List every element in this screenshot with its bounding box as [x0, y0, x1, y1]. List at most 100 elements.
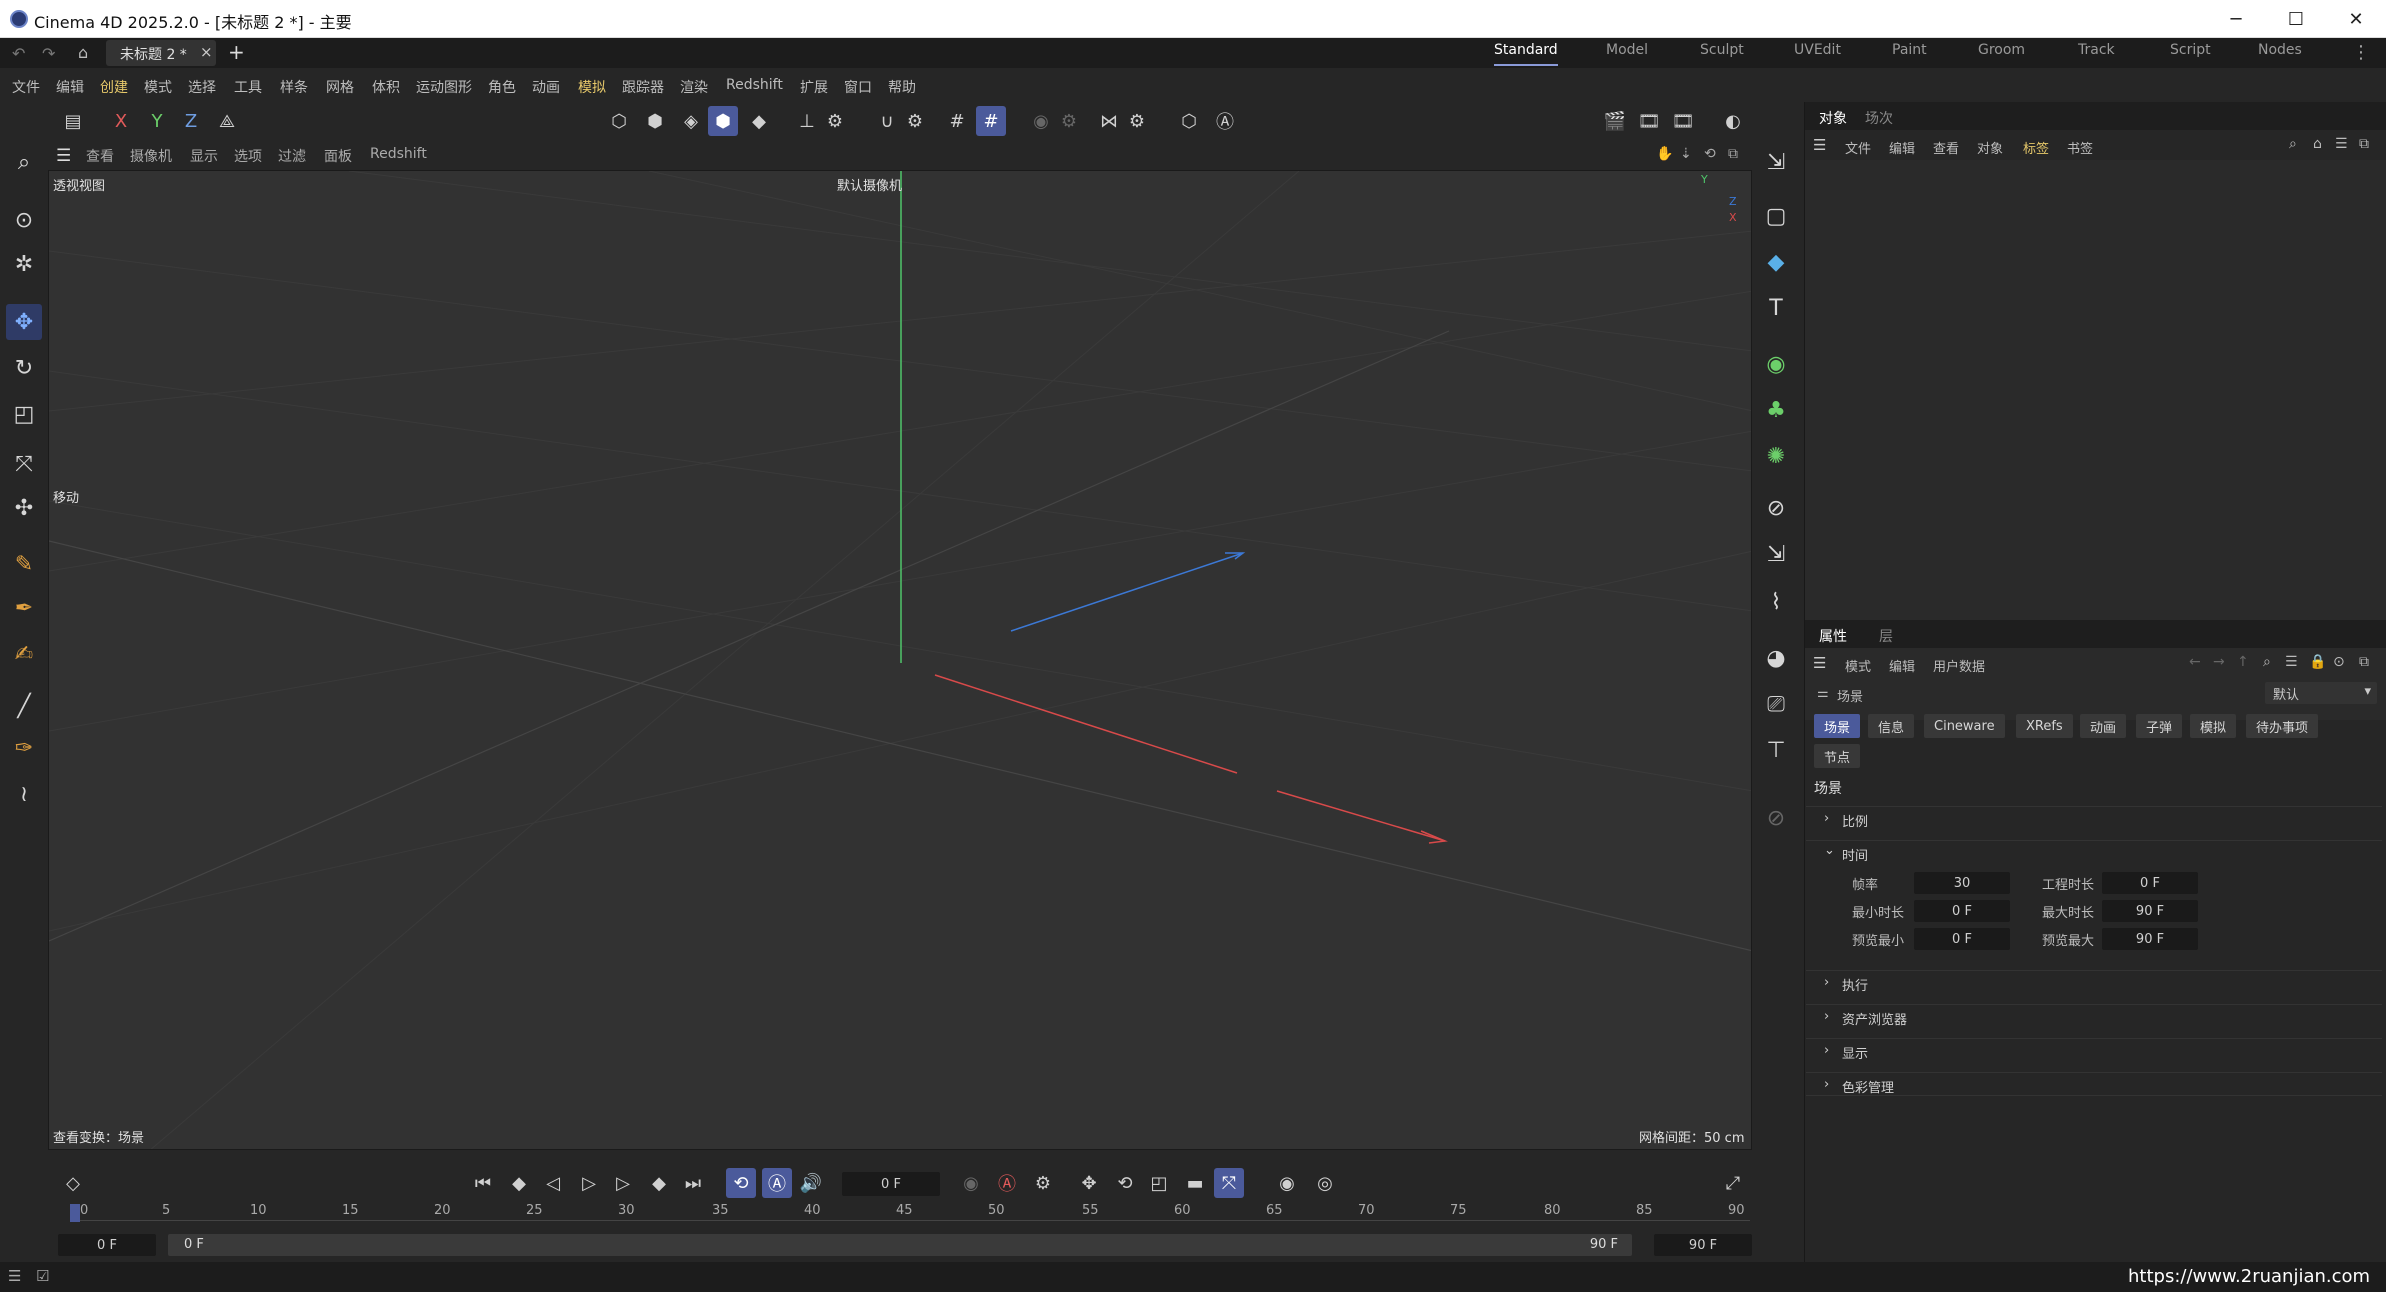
play-icon[interactable]: ▷ — [574, 1168, 604, 1198]
next-key-icon[interactable]: ◆ — [644, 1168, 674, 1198]
sound-icon[interactable]: 🔊 — [796, 1168, 826, 1198]
goto-end-icon[interactable]: ⏭ — [678, 1168, 708, 1198]
knife-icon[interactable]: ✑ — [6, 730, 42, 766]
move-tool-icon[interactable]: ✥ — [6, 304, 42, 340]
layout-model[interactable]: Model — [1606, 42, 1648, 66]
pan-icon[interactable]: ✋ — [1656, 146, 1673, 162]
prev-frame-icon[interactable]: ◁ — [538, 1168, 568, 1198]
viewport[interactable]: 透视视图 默认摄像机 移动 Y Z X 查看变换：场景 网格间距：50 cm — [48, 170, 1752, 1150]
chip-animation[interactable]: 动画 — [2080, 714, 2127, 738]
tab-attributes[interactable]: 属性 — [1819, 626, 1847, 646]
light-icon[interactable]: ⊤ — [1758, 732, 1794, 768]
polygons-mode-icon[interactable]: ◈ — [676, 106, 706, 136]
rotate-tool-icon[interactable]: ↻ — [6, 350, 42, 386]
undo-icon[interactable]: ↶ — [12, 44, 25, 63]
render-settings-icon[interactable]: 🎞 — [1668, 106, 1698, 136]
section-display[interactable]: › 显示 — [1806, 1038, 2382, 1062]
menu-spline[interactable]: 样条 — [280, 77, 308, 97]
timeline-expand-icon[interactable]: ⤢ — [1718, 1168, 1748, 1198]
tab-layers[interactable]: 层 — [1879, 626, 1893, 646]
layout-uvedit[interactable]: UVEdit — [1794, 42, 1841, 66]
menu-mograph[interactable]: 运动图形 — [416, 77, 472, 97]
menu-mesh[interactable]: 网格 — [326, 77, 354, 97]
next-frame-icon[interactable]: ▷ — [608, 1168, 638, 1198]
auto-icon[interactable]: Ⓐ — [1210, 106, 1240, 136]
search-icon[interactable]: ⌕ — [6, 144, 42, 180]
autokey-icon[interactable]: Ⓐ — [992, 1168, 1022, 1198]
transform-tool-icon[interactable]: ⤧ — [6, 446, 42, 482]
preview-min-field[interactable]: 0 F — [1914, 928, 2010, 950]
chip-scene[interactable]: 场景 — [1814, 714, 1861, 738]
section-scale[interactable]: › 比例 — [1806, 806, 2382, 830]
layout-track[interactable]: Track — [2078, 42, 2115, 66]
layout-icon[interactable]: ▤ — [58, 106, 88, 136]
multi-transform-icon[interactable]: ✣ — [6, 490, 42, 526]
chip-info[interactable]: 信息 — [1868, 714, 1915, 738]
spline-sketch-icon[interactable]: ✍ — [6, 636, 42, 672]
forward-icon[interactable]: → — [2213, 654, 2225, 670]
up-icon[interactable]: ↑ — [2237, 654, 2249, 670]
om-filter-icon[interactable]: ☰ — [2335, 136, 2348, 152]
status-menu-icon[interactable]: ☰ — [8, 1267, 21, 1285]
menu-simulate[interactable]: 模拟 — [578, 77, 606, 97]
grid-snap-icon[interactable]: # — [976, 106, 1006, 136]
section-execute[interactable]: › 执行 — [1806, 970, 2382, 994]
environment-icon[interactable]: ◕ — [1758, 640, 1794, 676]
x-axis-lock[interactable]: X — [106, 106, 136, 136]
menu-edit[interactable]: 编辑 — [56, 77, 84, 97]
section-asset-browser[interactable]: › 资产浏览器 — [1806, 1004, 2382, 1028]
brush-icon[interactable]: ╱ — [6, 688, 42, 724]
key-param-icon[interactable]: ▬ — [1180, 1168, 1210, 1198]
object-manager-menu-icon[interactable]: ☰ — [1813, 136, 1826, 154]
key-settings-icon[interactable]: ⚙ — [1028, 1168, 1058, 1198]
symmetry-icon[interactable]: ⋈ — [1094, 106, 1124, 136]
attr-search-icon[interactable]: ⌕ — [2263, 654, 2271, 670]
range-start-field[interactable]: 0 F — [58, 1234, 156, 1256]
layout-paint[interactable]: Paint — [1892, 42, 1927, 66]
cloner-icon[interactable]: ♣ — [1758, 392, 1794, 428]
menu-file[interactable]: 文件 — [12, 77, 40, 97]
chip-xrefs[interactable]: XRefs — [2016, 714, 2073, 738]
effector-icon[interactable]: ✺ — [1758, 438, 1794, 474]
axis-mode-icon[interactable]: ⊥ — [792, 106, 822, 136]
field-icon[interactable]: ⇲ — [1758, 536, 1794, 572]
render-picture-viewer-icon[interactable]: 🎞 — [1634, 106, 1664, 136]
doc-tab[interactable]: 未标题 2 * × — [106, 40, 216, 66]
menu-help[interactable]: 帮助 — [888, 77, 916, 97]
layout-nodes[interactable]: Nodes — [2258, 42, 2302, 66]
attr-menu-userdata[interactable]: 用户数据 — [1933, 656, 1985, 675]
primitive-plane-icon[interactable]: ▢ — [1758, 198, 1794, 234]
om-new-window-icon[interactable]: ⧉ — [2359, 136, 2369, 152]
magic-select-icon[interactable]: ✲ — [6, 246, 42, 282]
fps-field[interactable]: 30 — [1914, 872, 2010, 894]
motion-clip-icon[interactable]: ◎ — [1310, 1168, 1340, 1198]
menu-volume[interactable]: 体积 — [372, 77, 400, 97]
current-frame-field[interactable]: 0 F — [842, 1172, 940, 1196]
key-position-icon[interactable]: ✥ — [1074, 1168, 1104, 1198]
playhead[interactable] — [70, 1204, 80, 1222]
render-view-icon[interactable]: 🎬 — [1600, 106, 1630, 136]
coord-system-icon[interactable]: ⟁ — [212, 106, 242, 136]
paint-icon[interactable]: ⊘ — [1758, 800, 1794, 836]
minimize-button[interactable]: ─ — [2206, 0, 2266, 38]
soft-select-settings-icon[interactable]: ⚙ — [1054, 106, 1084, 136]
camera-icon[interactable]: ⎚ — [1758, 686, 1794, 722]
add-tab-button[interactable]: + — [228, 40, 245, 64]
prev-key-icon[interactable]: ◆ — [504, 1168, 534, 1198]
om-menu-view[interactable]: 查看 — [1933, 138, 1959, 157]
pen-spline-icon[interactable]: ✎ — [6, 546, 42, 582]
attr-menu-mode[interactable]: 模式 — [1845, 656, 1871, 675]
chip-nodes[interactable]: 节点 — [1814, 744, 1861, 768]
redo-icon[interactable]: ↷ — [42, 44, 55, 63]
spline-icon[interactable]: ⌇ — [1758, 584, 1794, 620]
loop-icon[interactable]: ⟲ — [726, 1168, 756, 1198]
attr-menu-edit[interactable]: 编辑 — [1889, 656, 1915, 675]
viewport-menu-icon[interactable]: ☰ — [56, 146, 71, 166]
chip-bullet[interactable]: 子弹 — [2136, 714, 2183, 738]
key-scale-icon[interactable]: ◰ — [1144, 1168, 1174, 1198]
chip-todo[interactable]: 待办事项 — [2246, 714, 2319, 738]
goto-start-icon[interactable]: ⏮ — [468, 1168, 498, 1198]
menu-window[interactable]: 窗口 — [844, 77, 872, 97]
home-icon[interactable]: ⌂ — [78, 43, 88, 62]
attr-filter-icon[interactable]: ☰ — [2285, 654, 2298, 670]
